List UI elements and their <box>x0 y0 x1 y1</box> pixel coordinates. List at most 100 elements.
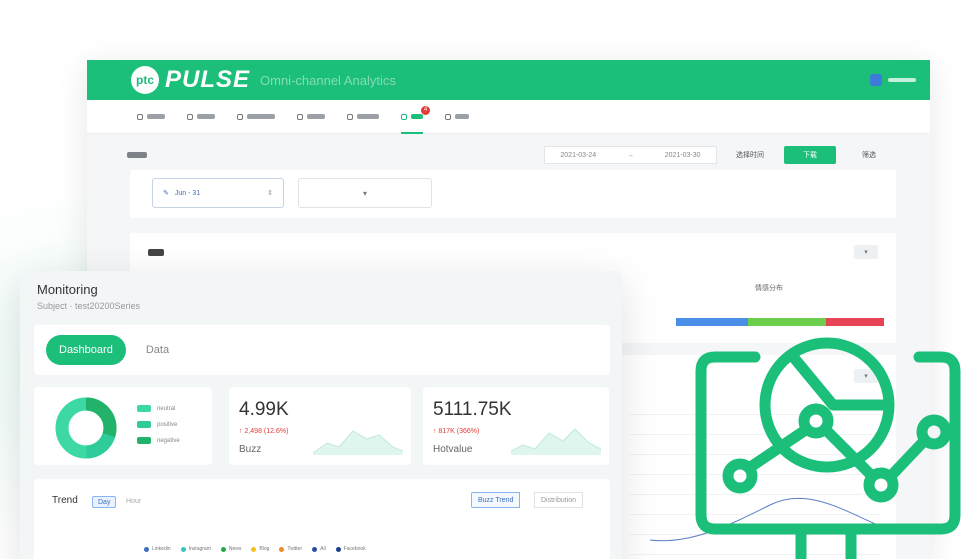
chevron-down-icon: ⇕ <box>267 190 273 197</box>
breadcrumb[interactable]: Subject · test20200Series <box>37 301 140 311</box>
download-button[interactable]: 下载 <box>784 146 836 164</box>
page-title: Monitoring <box>37 282 98 297</box>
secondary-select[interactable]: ▾ <box>298 178 432 208</box>
section-label <box>127 152 147 158</box>
trend-hour-toggle[interactable]: Hour <box>126 498 141 505</box>
legend-text: Blog <box>259 546 270 552</box>
analytics-monitor-icon <box>695 337 961 559</box>
nav-item-sentiment[interactable] <box>297 100 325 134</box>
legend-swatch <box>137 437 151 444</box>
buzz-card[interactable]: 4.99K ↑ 2,498 (12.6%) Buzz <box>229 387 411 465</box>
source-select-value: Jun - 31 <box>174 189 201 197</box>
legend-label: positive <box>157 421 178 428</box>
legend-item[interactable]: Instagram <box>180 546 211 552</box>
card-title <box>148 249 164 256</box>
legend-swatch <box>137 405 151 412</box>
legend-dot <box>180 546 186 552</box>
user-name-placeholder <box>888 78 916 82</box>
legend-dot <box>251 546 257 552</box>
nav-item-report[interactable] <box>445 100 469 134</box>
distribution-button[interactable]: Distribution <box>534 492 584 508</box>
notification-badge: 4 <box>421 105 430 115</box>
nav-item-search[interactable] <box>187 100 215 134</box>
legend-dot <box>144 546 149 552</box>
nav-item-monitoring[interactable]: 4 <box>401 100 430 134</box>
nav-label <box>147 114 165 119</box>
date-separator: → <box>626 151 634 159</box>
tab-dashboard[interactable]: Dashboard <box>46 335 126 365</box>
avatar <box>870 74 882 86</box>
legend-label: neutral <box>157 405 176 412</box>
secondary-select-value: ▾ <box>362 188 367 198</box>
toolbar: 2021-03-24 → 2021-03-30 选择时间 下载 筛选 <box>87 146 930 170</box>
hotvalue-sparkline <box>511 428 601 455</box>
user-menu[interactable] <box>870 74 916 86</box>
legend-dot <box>279 546 285 552</box>
trend-card: Trend Day Hour Buzz Trend Distribution L… <box>34 479 610 559</box>
nav-label <box>357 114 379 119</box>
brand-tagline: Omni-channel Analytics <box>260 72 396 88</box>
monitoring-panel: Monitoring Subject · test20200Series Das… <box>20 271 622 559</box>
legend-text: Instagram <box>188 546 211 552</box>
donut-chart <box>55 397 117 459</box>
hotvalue-delta: ↑ 817K (366%) <box>433 428 480 435</box>
legend-item[interactable]: Blog <box>251 546 269 552</box>
nav-item-tracking[interactable] <box>237 100 275 134</box>
legend-neutral: neutral <box>137 405 175 412</box>
select-time-button[interactable]: 选择时间 <box>727 146 773 164</box>
legend-negative: negative <box>137 437 180 444</box>
legend-text: Linkedin <box>152 546 171 552</box>
trend-legend: Linkedin Instagram News Blog Twitter All… <box>144 546 366 552</box>
date-start: 2021-03-24 <box>560 151 597 159</box>
buzz-sparkline <box>313 430 403 455</box>
date-end: 2021-03-30 <box>664 151 701 159</box>
buzz-delta: ↑ 2,498 (12.6%) <box>239 428 289 435</box>
buzz-value: 4.99K <box>239 399 289 420</box>
legend-dot <box>312 546 318 552</box>
monitor-icon <box>401 113 407 120</box>
source-select[interactable]: ✎ Jun - 31 ⇕ <box>152 178 284 208</box>
filter-icon <box>347 113 353 120</box>
legend-text: Facebook <box>343 546 366 552</box>
hotvalue-value: 5111.75K <box>433 399 512 420</box>
legend-item[interactable]: Facebook <box>335 546 366 552</box>
card-menu-button[interactable]: ▾ <box>854 245 878 259</box>
date-range-picker[interactable]: 2021-03-24 → 2021-03-30 <box>544 146 717 164</box>
hotvalue-card[interactable]: 5111.75K ↑ 817K (366%) Hotvalue <box>423 387 609 465</box>
sentiment-header: 情感分布 <box>755 285 783 292</box>
tab-data[interactable]: Data <box>146 344 169 356</box>
buzz-label: Buzz <box>239 444 262 455</box>
nav-label <box>247 114 275 119</box>
main-nav: 4 <box>87 100 930 134</box>
legend-item[interactable]: All <box>312 546 326 552</box>
legend-item[interactable]: News <box>220 546 242 552</box>
legend-item[interactable]: Linkedin <box>144 546 171 552</box>
hotvalue-label: Hotvalue <box>433 444 473 455</box>
legend-item[interactable]: Twitter <box>279 546 302 552</box>
pulse-logo-icon: ptc <box>131 66 159 94</box>
home-icon <box>137 113 143 120</box>
buzz-trend-button[interactable]: Buzz Trend <box>471 492 521 508</box>
legend-dot <box>335 546 341 552</box>
brand-name: PULSE <box>165 66 251 93</box>
nav-item-competitor[interactable] <box>347 100 379 134</box>
legend-text: News <box>228 546 242 552</box>
nav-label <box>197 114 215 119</box>
nav-label <box>411 114 423 119</box>
sentiment-donut-card: neutral positive negative <box>34 387 212 465</box>
filter-button[interactable]: 筛选 <box>847 146 891 164</box>
nav-item-overview[interactable] <box>137 100 165 134</box>
trend-title: Trend <box>52 495 78 506</box>
legend-positive: positive <box>137 421 177 428</box>
trend-day-toggle[interactable]: Day <box>92 496 117 508</box>
pin-icon: ✎ <box>163 190 169 197</box>
report-icon <box>445 113 451 120</box>
legend-text: All <box>320 546 326 552</box>
legend-swatch <box>137 421 151 428</box>
legend-label: negative <box>157 437 180 444</box>
search-icon <box>187 113 193 120</box>
view-tabs: Dashboard Data <box>34 325 610 375</box>
filter-card: ✎ Jun - 31 ⇕ ▾ <box>130 170 896 218</box>
user-icon <box>297 113 303 120</box>
app-header: ptc PULSE Omni-channel Analytics <box>87 60 930 100</box>
